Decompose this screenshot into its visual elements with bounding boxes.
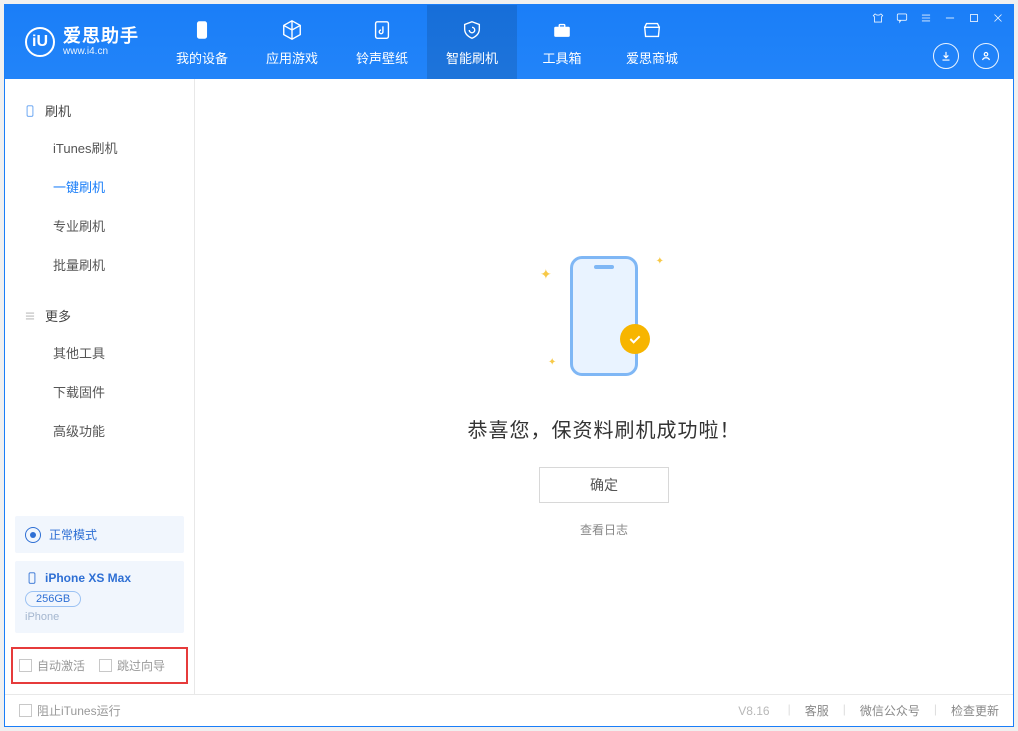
sidebar-head-more: 更多	[5, 298, 194, 333]
feedback-icon[interactable]	[895, 11, 909, 25]
sidebar-head-flash: 刷机	[5, 93, 194, 128]
main-content: ✦ ✦ ✦ 恭喜您，保资料刷机成功啦！ 确定 查看日志	[195, 79, 1013, 694]
checkbox-icon	[19, 659, 32, 672]
nav-ringtones[interactable]: 铃声壁纸	[337, 5, 427, 79]
flash-options-highlight: 自动激活 跳过向导	[11, 647, 188, 684]
download-icon[interactable]	[933, 43, 959, 69]
window-controls	[871, 11, 1005, 25]
device-storage-badge: 256GB	[25, 591, 81, 607]
list-icon	[23, 309, 37, 323]
footer-link-update[interactable]: 检查更新	[951, 702, 999, 719]
checkbox-auto-activate[interactable]: 自动激活	[19, 657, 85, 674]
nav-smart-flash[interactable]: 智能刷机	[427, 5, 517, 79]
sparkle-icon: ✦	[656, 256, 664, 267]
device-type: iPhone	[25, 611, 174, 623]
success-title: 恭喜您，保资料刷机成功啦！	[468, 414, 741, 443]
body: 刷机 iTunes刷机 一键刷机 专业刷机 批量刷机 更多 其他工具 下载固件 …	[5, 79, 1013, 694]
shield-refresh-icon	[460, 18, 484, 42]
toolbox-icon	[550, 18, 574, 42]
success-illustration: ✦ ✦ ✦	[524, 236, 684, 396]
phone-icon	[190, 18, 214, 42]
footer: 阻止iTunes运行 V8.16 | 客服 | 微信公众号 | 检查更新	[5, 694, 1013, 726]
brand-subtitle: www.i4.cn	[63, 46, 139, 57]
confirm-button[interactable]: 确定	[539, 467, 669, 503]
menu-icon[interactable]	[919, 11, 933, 25]
device-icon	[23, 104, 37, 118]
checkbox-block-itunes[interactable]: 阻止iTunes运行	[19, 702, 121, 719]
titlebar-actions	[933, 43, 999, 69]
sidebar-item-onekey-flash[interactable]: 一键刷机	[5, 167, 194, 206]
nav-toolbox[interactable]: 工具箱	[517, 5, 607, 79]
sidebar-item-firmware[interactable]: 下载固件	[5, 372, 194, 411]
cube-icon	[280, 18, 304, 42]
device-mode-label: 正常模式	[49, 526, 97, 543]
sparkle-icon: ✦	[548, 357, 556, 368]
sidebar-item-pro-flash[interactable]: 专业刷机	[5, 206, 194, 245]
view-log-link[interactable]: 查看日志	[580, 521, 628, 538]
footer-link-wechat[interactable]: 微信公众号	[860, 702, 920, 719]
checkbox-icon	[19, 704, 32, 717]
checkbox-icon	[99, 659, 112, 672]
phone-outline-icon	[25, 571, 39, 585]
brand-title: 爱思助手	[63, 27, 139, 47]
titlebar: iU 爱思助手 www.i4.cn 我的设备 应用游戏 铃声壁纸 智能刷机	[5, 5, 1013, 79]
sparkle-icon: ✦	[540, 266, 552, 283]
nav-my-device[interactable]: 我的设备	[157, 5, 247, 79]
app-window: iU 爱思助手 www.i4.cn 我的设备 应用游戏 铃声壁纸 智能刷机	[4, 4, 1014, 727]
phone-illustration-icon	[570, 256, 638, 376]
sidebar-item-advanced[interactable]: 高级功能	[5, 411, 194, 450]
sidebar-item-itunes-flash[interactable]: iTunes刷机	[5, 128, 194, 167]
sidebar-item-other-tools[interactable]: 其他工具	[5, 333, 194, 372]
device-info-panel[interactable]: iPhone XS Max 256GB iPhone	[15, 561, 184, 633]
top-nav: 我的设备 应用游戏 铃声壁纸 智能刷机 工具箱 爱思商城	[157, 5, 697, 79]
device-name: iPhone XS Max	[45, 571, 131, 585]
minimize-icon[interactable]	[943, 11, 957, 25]
sidebar-item-batch-flash[interactable]: 批量刷机	[5, 245, 194, 284]
maximize-icon[interactable]	[967, 11, 981, 25]
close-icon[interactable]	[991, 11, 1005, 25]
logo-icon: iU	[25, 27, 55, 57]
footer-link-support[interactable]: 客服	[805, 702, 829, 719]
status-dot-icon	[25, 527, 41, 543]
version-label: V8.16	[738, 704, 769, 718]
user-icon[interactable]	[973, 43, 999, 69]
checkbox-skip-guide[interactable]: 跳过向导	[99, 657, 165, 674]
nav-store[interactable]: 爱思商城	[607, 5, 697, 79]
brand: iU 爱思助手 www.i4.cn	[5, 5, 157, 79]
tshirt-icon[interactable]	[871, 11, 885, 25]
check-badge-icon	[620, 324, 650, 354]
device-mode-panel[interactable]: 正常模式	[15, 516, 184, 553]
shop-icon	[640, 18, 664, 42]
sidebar: 刷机 iTunes刷机 一键刷机 专业刷机 批量刷机 更多 其他工具 下载固件 …	[5, 79, 195, 694]
nav-apps-games[interactable]: 应用游戏	[247, 5, 337, 79]
music-file-icon	[370, 18, 394, 42]
